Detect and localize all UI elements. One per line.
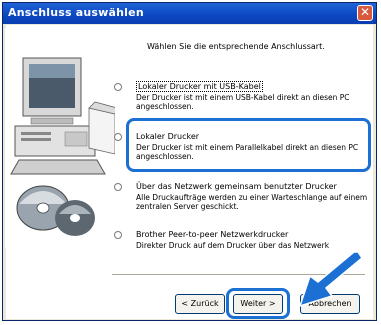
option-usb-description: Der Drucker ist mit einem USB-Kabel dire… bbox=[136, 93, 350, 111]
close-button[interactable]: ✕ bbox=[357, 5, 373, 21]
instruction-text: Wählen Sie die entsprechende Anschlussar… bbox=[147, 42, 325, 51]
radio-shared-network[interactable] bbox=[114, 183, 122, 191]
highlight-parallel-option bbox=[126, 118, 371, 172]
back-button[interactable]: < Zurück bbox=[175, 294, 225, 314]
option-shared-network-description: Alle Druckaufträge werden zu einer Warte… bbox=[136, 193, 368, 211]
keyboard-icon bbox=[10, 159, 106, 175]
box-icon bbox=[88, 107, 115, 155]
highlight-next-button bbox=[226, 288, 290, 319]
pointer-arrow-icon bbox=[298, 251, 362, 308]
option-peer-to-peer-label[interactable]: Brother Peer-to-peer Netzwerkdrucker bbox=[136, 230, 288, 239]
close-icon: ✕ bbox=[359, 5, 371, 19]
computer-cd-illustration bbox=[5, 28, 115, 248]
window-title: Anschluss auswählen bbox=[8, 6, 144, 19]
title-bar[interactable]: Anschluss auswählen ✕ bbox=[3, 3, 376, 24]
radio-parallel[interactable] bbox=[114, 133, 122, 141]
option-shared-network-label[interactable]: Über das Netzwerk gemeinsam benutzter Dr… bbox=[136, 182, 337, 191]
radio-usb[interactable] bbox=[114, 83, 122, 91]
option-usb-label[interactable]: Lokaler Drucker mit USB-Kabel bbox=[136, 81, 263, 92]
radio-peer-to-peer[interactable] bbox=[114, 231, 122, 239]
